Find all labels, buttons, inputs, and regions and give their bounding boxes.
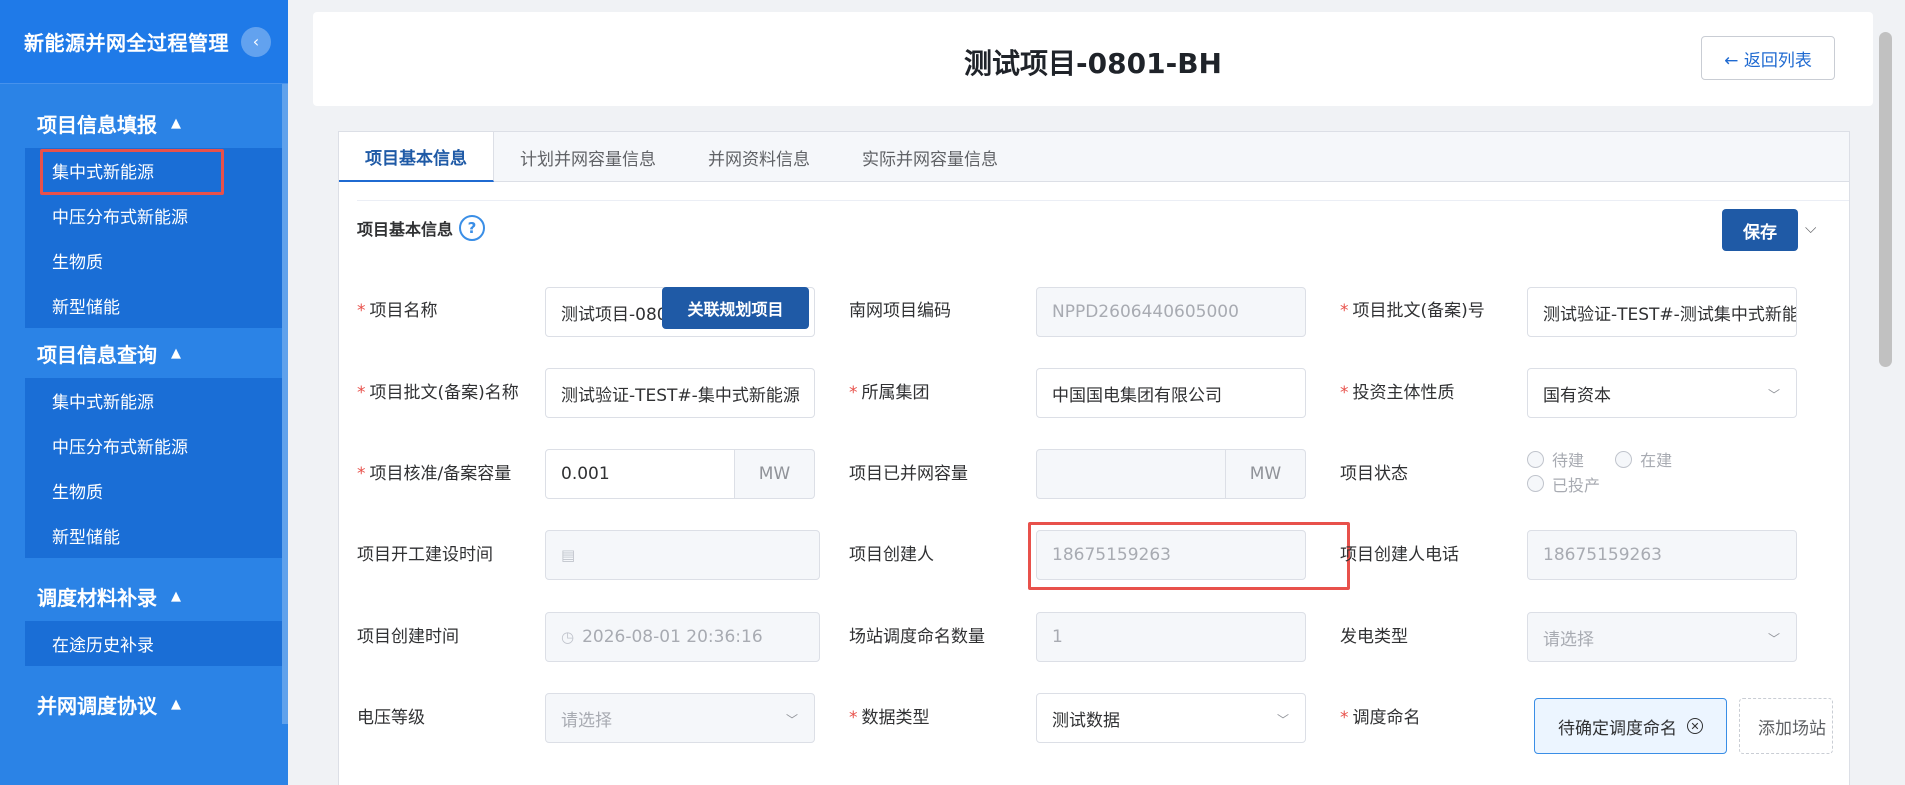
sidebar-group-fill: 集中式新能源 中压分布式新能源 生物质 新型储能 bbox=[25, 148, 282, 328]
section-header: 项目基本信息 ? bbox=[357, 215, 486, 241]
sidebar-item-history[interactable]: 在途历史补录 bbox=[25, 621, 282, 666]
sidebar-section-label: 项目信息查询 bbox=[37, 342, 157, 367]
nw-code-label: 南网项目编码 bbox=[849, 301, 951, 321]
capacity-label: * 项目核准/备案容量 bbox=[357, 464, 512, 484]
create-time-picker: ◷ 2026-08-01 20:36:16 bbox=[545, 612, 820, 662]
grid-capacity-input bbox=[1036, 449, 1226, 499]
approval-no-input[interactable]: 测试验证-TEST#-测试集中式新能源 bbox=[1527, 287, 1797, 337]
dispatch-name-label: * 调度命名 bbox=[1340, 708, 1421, 728]
grid-capacity-label: 项目已并网容量 bbox=[849, 464, 968, 484]
chevron-down-icon: ﹀ bbox=[1767, 388, 1780, 402]
section-title: 项目基本信息 bbox=[357, 220, 454, 239]
save-button[interactable]: 保存 bbox=[1722, 209, 1798, 251]
start-time-label: 项目开工建设时间 bbox=[357, 545, 493, 565]
collapse-sidebar-icon[interactable]: ‹ bbox=[241, 26, 271, 57]
status-radio-operating[interactable]: 已投产 bbox=[1527, 472, 1600, 496]
clock-icon: ◷ bbox=[561, 628, 575, 646]
capacity-input[interactable]: 0.001 bbox=[545, 449, 735, 499]
add-station-button[interactable]: 添加场站 bbox=[1739, 698, 1833, 754]
sidebar-group-query: 集中式新能源 中压分布式新能源 生物质 新型储能 bbox=[25, 378, 282, 558]
calendar-icon: ▤ bbox=[561, 546, 576, 564]
sidebar-item-centralized[interactable]: 集中式新能源 bbox=[25, 378, 282, 423]
caret-up-icon: ▲ bbox=[171, 696, 181, 712]
chevron-down-icon[interactable]: ⌵ bbox=[1805, 219, 1816, 237]
page-title: 测试项目-0801-BH bbox=[964, 47, 1222, 80]
tab-planned-capacity[interactable]: 计划并网容量信息 bbox=[494, 132, 682, 182]
sidebar-header: 新能源并网全过程管理 ‹ bbox=[0, 0, 288, 84]
voltage-label: 电压等级 bbox=[357, 708, 425, 728]
sidebar-item-medium-voltage[interactable]: 中压分布式新能源 bbox=[25, 423, 282, 468]
chevron-down-icon: ﹀ bbox=[1767, 632, 1780, 646]
approval-name-label: * 项目批文(备案)名称 bbox=[357, 383, 519, 403]
sidebar-section-label: 并网调度协议 bbox=[37, 693, 157, 718]
app-title: 新能源并网全过程管理 bbox=[24, 31, 229, 55]
sidebar-item-medium-voltage[interactable]: 中压分布式新能源 bbox=[25, 193, 282, 238]
create-time-label: 项目创建时间 bbox=[357, 627, 459, 647]
sidebar-section-dispatch[interactable]: 调度材料补录 ▲ bbox=[0, 571, 288, 621]
gen-type-label: 发电类型 bbox=[1340, 627, 1408, 647]
sidebar-section-fill[interactable]: 项目信息填报 ▲ bbox=[0, 98, 288, 148]
close-icon[interactable]: ✕ bbox=[1687, 718, 1703, 734]
sidebar-item-biomass[interactable]: 生物质 bbox=[25, 468, 282, 513]
group-label: * 所属集团 bbox=[849, 383, 930, 403]
grid-capacity-unit: MW bbox=[1226, 449, 1306, 499]
sidebar-section-label: 项目信息填报 bbox=[37, 112, 157, 137]
status-radio-building[interactable]: 在建 bbox=[1615, 447, 1672, 471]
create-time-value: 2026-08-01 20:36:16 bbox=[582, 627, 763, 647]
back-to-list-button[interactable]: ← 返回列表 bbox=[1701, 36, 1835, 80]
divider bbox=[357, 200, 1849, 201]
invest-label: * 投资主体性质 bbox=[1340, 383, 1455, 403]
dispatch-count-input: 1 bbox=[1036, 612, 1306, 662]
sidebar-item-storage[interactable]: 新型储能 bbox=[25, 283, 282, 328]
help-icon[interactable]: ? bbox=[459, 215, 486, 241]
caret-up-icon: ▲ bbox=[171, 345, 181, 361]
status-radio-pending[interactable]: 待建 bbox=[1527, 447, 1584, 471]
sidebar-item-biomass[interactable]: 生物质 bbox=[25, 238, 282, 283]
creator-label: 项目创建人 bbox=[849, 545, 934, 565]
dispatch-name-tag-label: 待确定调度命名 bbox=[1558, 718, 1677, 739]
page-scrollbar[interactable] bbox=[1879, 32, 1892, 367]
chevron-down-icon: ﹀ bbox=[785, 713, 798, 727]
nw-code-input: NPPD2606440605000 bbox=[1036, 287, 1306, 337]
caret-up-icon: ▲ bbox=[171, 115, 181, 131]
data-type-value: 测试数据 bbox=[1052, 710, 1120, 731]
approval-no-label: * 项目批文(备案)号 bbox=[1340, 301, 1485, 321]
gen-type-placeholder: 请选择 bbox=[1543, 629, 1594, 650]
highlight-box bbox=[1028, 522, 1350, 590]
link-planning-project-button[interactable]: 关联规划项目 bbox=[662, 287, 809, 329]
sidebar-item-storage[interactable]: 新型储能 bbox=[25, 513, 282, 558]
sidebar: 新能源并网全过程管理 ‹ 项目信息填报 ▲ 集中式新能源 中压分布式新能源 生物质… bbox=[0, 0, 288, 785]
data-type-label: * 数据类型 bbox=[849, 708, 930, 728]
sidebar-item-centralized[interactable]: 集中式新能源 bbox=[25, 148, 282, 195]
approval-name-input[interactable]: 测试验证-TEST#-集中式新能源 bbox=[545, 368, 815, 418]
status-radio-group: 待建 在建 已投产 bbox=[1527, 447, 1797, 496]
header-card: 测试项目-0801-BH ← 返回列表 bbox=[313, 12, 1873, 106]
start-time-picker: ▤ bbox=[545, 530, 820, 580]
status-label: 项目状态 bbox=[1340, 464, 1408, 484]
tab-basic-info[interactable]: 项目基本信息 bbox=[339, 132, 494, 182]
creator-phone-label: 项目创建人电话 bbox=[1340, 545, 1459, 565]
capacity-unit: MW bbox=[735, 449, 815, 499]
caret-up-icon: ▲ bbox=[171, 588, 181, 604]
tab-actual-capacity[interactable]: 实际并网容量信息 bbox=[836, 132, 1024, 182]
tab-grid-documents[interactable]: 并网资料信息 bbox=[682, 132, 836, 182]
voltage-select: 请选择 ﹀ bbox=[545, 693, 815, 743]
invest-select[interactable]: 国有资本 ﹀ bbox=[1527, 368, 1797, 418]
chevron-down-icon: ﹀ bbox=[1276, 713, 1289, 727]
invest-value: 国有资本 bbox=[1543, 385, 1611, 406]
project-name-label: * 项目名称 bbox=[357, 301, 438, 321]
dispatch-name-tag: 待确定调度命名 ✕ bbox=[1534, 698, 1727, 754]
data-type-select[interactable]: 测试数据 ﹀ bbox=[1036, 693, 1306, 743]
voltage-placeholder: 请选择 bbox=[561, 710, 612, 731]
sidebar-section-agreement[interactable]: 并网调度协议 ▲ bbox=[0, 679, 288, 729]
dispatch-count-label: 场站调度命名数量 bbox=[849, 627, 985, 647]
sidebar-section-query[interactable]: 项目信息查询 ▲ bbox=[0, 328, 288, 378]
sidebar-section-label: 调度材料补录 bbox=[37, 585, 157, 610]
tab-bar: 项目基本信息 计划并网容量信息 并网资料信息 实际并网容量信息 bbox=[339, 132, 1849, 182]
creator-phone-input: 18675159263 bbox=[1527, 530, 1797, 580]
gen-type-select: 请选择 ﹀ bbox=[1527, 612, 1797, 662]
group-input[interactable]: 中国国电集团有限公司 bbox=[1036, 368, 1306, 418]
sidebar-group-dispatch: 在途历史补录 bbox=[25, 621, 282, 666]
